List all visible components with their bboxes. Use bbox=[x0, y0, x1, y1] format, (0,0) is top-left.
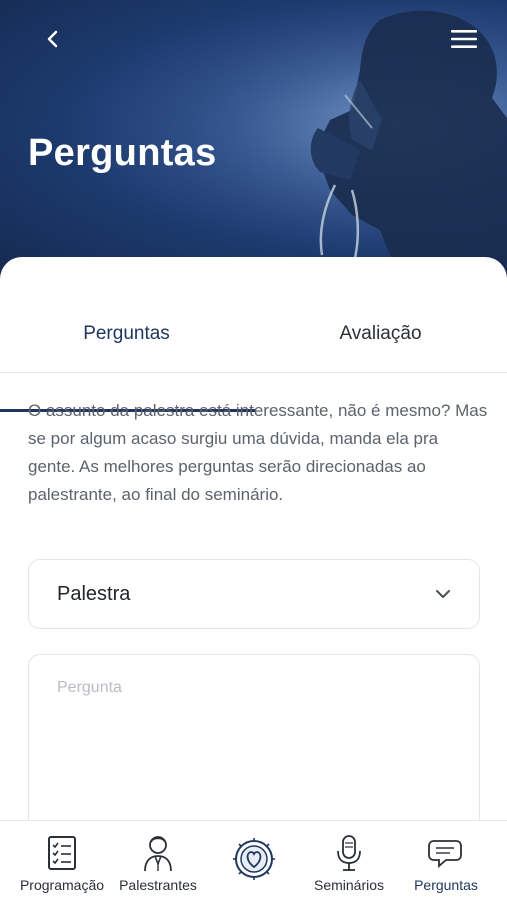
nav-seminarios[interactable]: Seminários bbox=[306, 821, 392, 900]
nav-perguntas[interactable]: Perguntas bbox=[404, 821, 488, 900]
speaker-person-icon bbox=[144, 836, 172, 872]
tab-bar: Perguntas Avaliação bbox=[0, 297, 507, 412]
bottom-nav: Programação Palestrantes Seminários Perg… bbox=[0, 820, 507, 900]
logo-emblem-icon bbox=[233, 838, 275, 880]
menu-button[interactable] bbox=[447, 22, 481, 56]
nav-programacao[interactable]: Programação bbox=[16, 821, 108, 900]
palestra-select[interactable]: Palestra bbox=[28, 559, 480, 629]
tab-perguntas[interactable]: Perguntas bbox=[0, 297, 253, 371]
chevron-down-icon bbox=[436, 590, 450, 598]
hamburger-menu-icon bbox=[451, 30, 477, 48]
chevron-left-icon bbox=[47, 30, 58, 48]
nav-label-seminarios: Seminários bbox=[313, 877, 385, 893]
microphone-icon bbox=[337, 835, 361, 871]
checklist-icon bbox=[48, 836, 76, 870]
nav-label-palestrantes: Palestrantes bbox=[119, 877, 197, 893]
header-banner: Perguntas bbox=[0, 0, 507, 280]
nav-home-logo[interactable] bbox=[224, 821, 284, 900]
nav-label-programacao: Programação bbox=[19, 877, 105, 893]
intro-text: O assunto da palestra está interessante,… bbox=[28, 401, 488, 504]
chat-bubbles-icon bbox=[428, 840, 462, 868]
nav-label-perguntas: Perguntas bbox=[414, 877, 478, 893]
page-title: Perguntas bbox=[28, 132, 217, 174]
question-input[interactable] bbox=[28, 654, 480, 844]
nav-palestrantes[interactable]: Palestrantes bbox=[114, 821, 202, 900]
back-button[interactable] bbox=[36, 22, 70, 56]
content-card: Perguntas Avaliação O assunto da palestr… bbox=[0, 257, 507, 900]
select-value: Palestra bbox=[57, 582, 131, 605]
tab-avaliacao[interactable]: Avaliação bbox=[254, 297, 507, 371]
